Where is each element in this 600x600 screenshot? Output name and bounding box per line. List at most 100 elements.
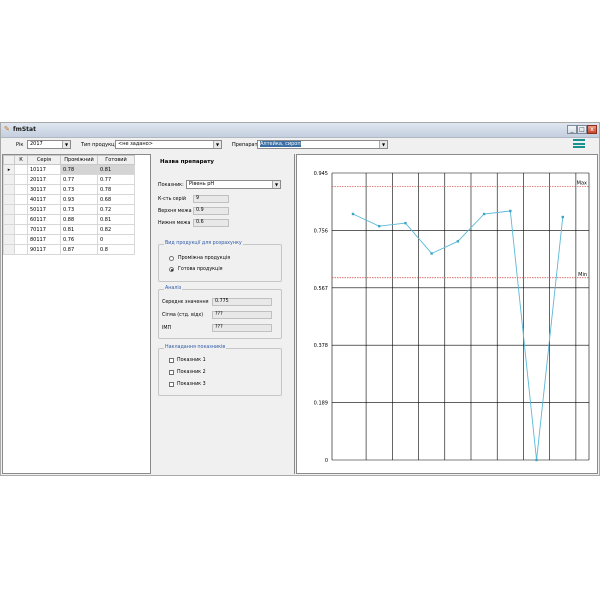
data-point	[378, 224, 381, 228]
cell-series[interactable]: 30117	[27, 184, 61, 195]
row-header[interactable]	[3, 224, 15, 235]
cell-series[interactable]: 70117	[27, 224, 61, 235]
row-header[interactable]	[3, 184, 15, 195]
minimize-button[interactable]: _	[567, 125, 577, 134]
type-label: Тип продукції	[81, 142, 118, 148]
table-row[interactable]: 70117 0.81 0.82	[3, 224, 135, 235]
row-header[interactable]	[3, 244, 15, 255]
menu-list-icon[interactable]	[573, 139, 585, 150]
cell-finished[interactable]: 0.8	[97, 244, 135, 255]
y-tick-label: 0.945	[314, 171, 328, 177]
checkbox-indicator-2-label[interactable]: Показник 2	[177, 370, 206, 375]
product-type-select[interactable]: <не задано> ▼	[115, 140, 222, 149]
col-header-series[interactable]: Серія	[27, 155, 61, 165]
cell-finished[interactable]: 0.77	[97, 174, 135, 185]
cell-finished[interactable]: 0.72	[97, 204, 135, 215]
table-row[interactable]: 90117 0.87 0.8	[3, 244, 135, 255]
table-row[interactable]: 40117 0.93 0.68	[3, 194, 135, 205]
product-type-value: <не задано>	[118, 141, 153, 147]
cell-finished[interactable]: 0	[97, 234, 135, 245]
analysis-group: Аналіз Середнє значення 0.775 Сігма (стд…	[158, 286, 282, 339]
year-value: 2017	[30, 141, 43, 147]
indicator-select[interactable]: Рівень pH ▼	[186, 180, 281, 189]
radio-intermediate[interactable]	[169, 256, 174, 261]
cell-intermediate[interactable]: 0.87	[60, 244, 98, 255]
chevron-down-icon[interactable]: ▼	[272, 181, 280, 188]
lower-limit-field[interactable]: 0.6	[193, 219, 229, 227]
chevron-down-icon[interactable]: ▼	[62, 141, 70, 148]
checkbox-indicator-1[interactable]	[169, 358, 174, 363]
row-header-corner	[3, 155, 15, 165]
analysis-group-title: Аналіз	[164, 286, 183, 291]
lower-limit-label: Нижня межа	[158, 221, 191, 226]
cell-intermediate[interactable]: 0.73	[60, 184, 98, 195]
row-header[interactable]	[3, 194, 15, 205]
series-grid[interactable]: К Серія Проміжний Готовий ▸ 10117 0.78 0…	[2, 154, 151, 474]
cell-series[interactable]: 10117	[27, 164, 61, 175]
close-button[interactable]: x	[587, 125, 597, 134]
table-row[interactable]: 80117 0.76 0	[3, 234, 135, 245]
cell-series[interactable]: 50117	[27, 204, 61, 215]
data-point	[404, 221, 407, 225]
maximize-button[interactable]: □	[577, 125, 587, 134]
col-header-intermediate[interactable]: Проміжний	[60, 155, 98, 165]
series-table: К Серія Проміжний Готовий ▸ 10117 0.78 0…	[3, 155, 135, 255]
min-label: Min	[578, 272, 587, 278]
title-bar: ✎ fmStat _ □ x	[1, 123, 599, 138]
table-row[interactable]: 30117 0.73 0.78	[3, 184, 135, 195]
cell-intermediate[interactable]: 0.77	[60, 174, 98, 185]
cell-intermediate[interactable]: 0.73	[60, 204, 98, 215]
cell-finished[interactable]: 0.78	[97, 184, 135, 195]
chevron-down-icon[interactable]: ▼	[213, 141, 221, 148]
ip-field: ???	[212, 324, 272, 332]
cell-finished[interactable]: 0.68	[97, 194, 135, 205]
cell-intermediate[interactable]: 0.88	[60, 214, 98, 225]
cell-intermediate[interactable]: 0.93	[60, 194, 98, 205]
cell-finished[interactable]: 0.82	[97, 224, 135, 235]
cell-finished[interactable]: 0.81	[97, 214, 135, 225]
cell-series[interactable]: 20117	[27, 174, 61, 185]
y-tick-label: 0	[325, 458, 328, 464]
data-point	[535, 458, 538, 462]
main-window: ✎ fmStat _ □ x Рік 2017 ▼ Тип продукції …	[0, 122, 600, 476]
product-type-group-title: Вид продукції для розрахунку	[164, 241, 243, 246]
col-header-finished[interactable]: Готовий	[97, 155, 135, 165]
row-selector-icon[interactable]: ▸	[3, 164, 15, 175]
cell-series[interactable]: 60117	[27, 214, 61, 225]
cell-series[interactable]: 80117	[27, 234, 61, 245]
indicator-value: Рівень pH	[189, 181, 215, 187]
row-header[interactable]	[3, 214, 15, 225]
row-header[interactable]	[3, 234, 15, 245]
table-row[interactable]: 20117 0.77 0.77	[3, 174, 135, 185]
cell-finished[interactable]: 0.81	[97, 164, 135, 175]
table-row[interactable]: 50117 0.73 0.72	[3, 204, 135, 215]
window-title: fmStat	[13, 126, 36, 133]
drug-select[interactable]: Алтейка, сироп ▼	[257, 140, 388, 149]
chevron-down-icon[interactable]: ▼	[379, 141, 387, 148]
y-tick-label: 0.756	[314, 228, 328, 234]
checkbox-indicator-3[interactable]	[169, 382, 174, 387]
row-header[interactable]	[3, 204, 15, 215]
radio-intermediate-label[interactable]: Проміжна продукція	[178, 256, 230, 261]
cell-intermediate[interactable]: 0.76	[60, 234, 98, 245]
cell-series[interactable]: 90117	[27, 244, 61, 255]
radio-finished[interactable]	[169, 267, 174, 272]
radio-finished-label[interactable]: Готова продукція	[178, 267, 223, 272]
sigma-field: ???	[212, 311, 272, 319]
cell-intermediate[interactable]: 0.78	[60, 164, 98, 175]
col-header-k[interactable]: К	[14, 155, 28, 165]
table-row[interactable]: ▸ 10117 0.78 0.81	[3, 164, 135, 175]
upper-limit-field[interactable]: 0.9	[193, 207, 229, 215]
data-point	[482, 212, 486, 216]
row-header[interactable]	[3, 174, 15, 185]
app-icon: ✎	[4, 125, 10, 133]
y-tick-label: 0.189	[314, 401, 328, 407]
year-select[interactable]: 2017 ▼	[27, 140, 71, 149]
y-tick-label: 0.378	[314, 343, 328, 349]
table-row[interactable]: 60117 0.88 0.81	[3, 214, 135, 225]
checkbox-indicator-2[interactable]	[169, 370, 174, 375]
checkbox-indicator-1-label[interactable]: Показник 1	[177, 358, 206, 363]
cell-series[interactable]: 40117	[27, 194, 61, 205]
cell-intermediate[interactable]: 0.81	[60, 224, 98, 235]
checkbox-indicator-3-label[interactable]: Показник 3	[177, 382, 206, 387]
